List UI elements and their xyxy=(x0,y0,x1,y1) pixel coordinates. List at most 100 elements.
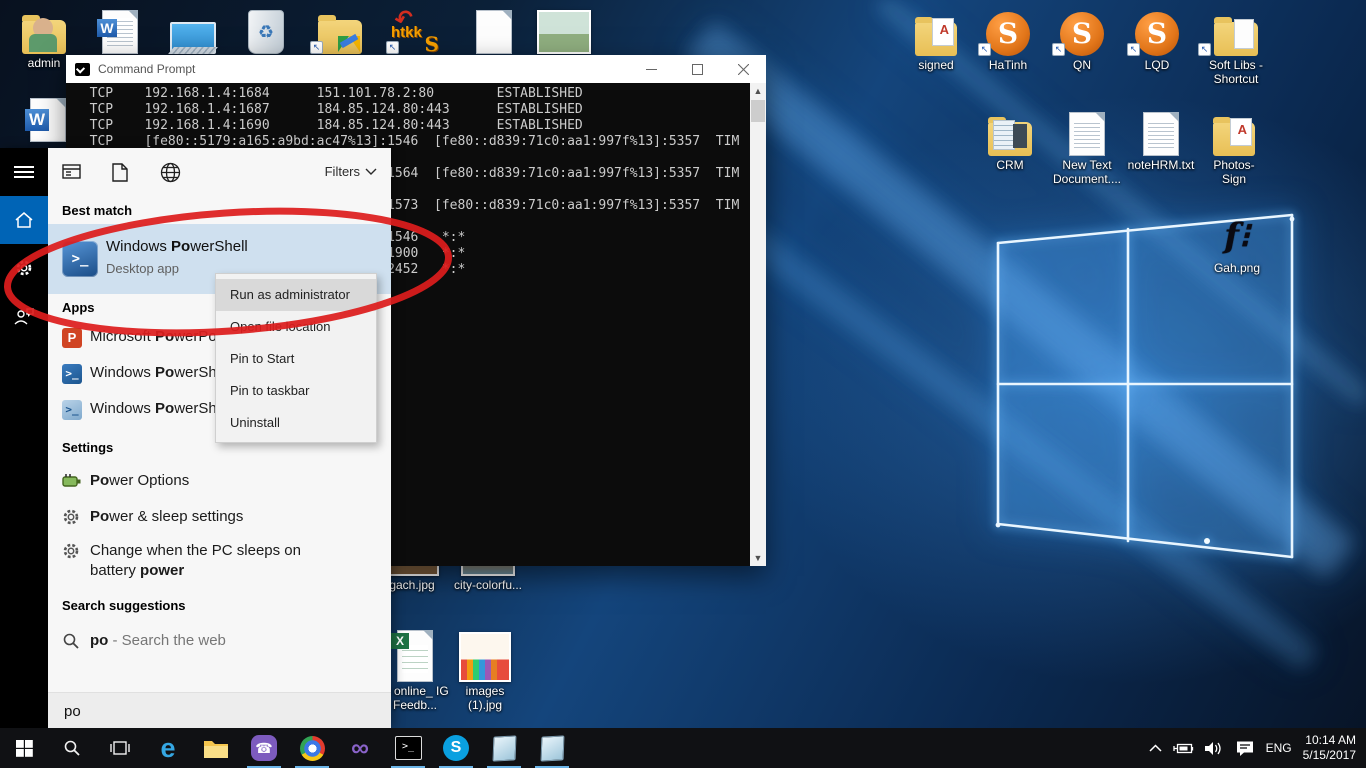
setting-result-pc-sleep-battery[interactable]: Change when the PC sleeps on battery pow… xyxy=(48,538,391,586)
recycle-bin-icon: ♻ xyxy=(234,8,298,54)
tray-expand-button[interactable] xyxy=(1143,728,1169,768)
desktop-icon-notehrm[interactable]: noteHRM.txt xyxy=(1126,110,1196,172)
desktop-icon-blank-doc[interactable] xyxy=(462,8,526,54)
taskbar-cmd-button[interactable]: >_ xyxy=(384,728,432,768)
console-line: TCP 192.168.1.4:1684 151.101.78.2:80 EST… xyxy=(74,86,750,102)
tray-language-indicator[interactable]: ENG xyxy=(1261,728,1297,768)
console-scrollbar[interactable]: ▲ ▼ xyxy=(750,83,766,566)
minimize-button[interactable] xyxy=(628,55,674,83)
desktop-icon-photos-sign[interactable]: A Photos-Sign xyxy=(1202,110,1266,186)
cmd-titlebar[interactable]: Command Prompt xyxy=(66,55,766,83)
menu-item-pin-to-taskbar[interactable]: Pin to taskbar xyxy=(216,375,376,407)
start-button[interactable] xyxy=(0,728,48,768)
settings-tab[interactable] xyxy=(0,244,48,292)
desktop-icon-new-text-document[interactable]: New Text Document.... xyxy=(1050,110,1124,186)
powerpoint-icon: P xyxy=(62,328,82,348)
s-logo-icon: S↖ xyxy=(1125,10,1189,56)
tray-volume-button[interactable] xyxy=(1199,728,1229,768)
gear-icon xyxy=(62,542,82,562)
icon-label: Photos-Sign xyxy=(1202,158,1266,186)
desktop-icon-qn[interactable]: S↖ QN xyxy=(1050,10,1114,72)
search-filter-tabs: Filters xyxy=(48,148,391,198)
system-tray: ENG 10:14 AM 5/15/2017 xyxy=(1143,728,1366,768)
taskbar-viber-button[interactable]: ☎ xyxy=(240,728,288,768)
user-folder-icon xyxy=(12,8,76,54)
icon-label: HaTinh xyxy=(976,58,1040,72)
windows-desktop: admin W ♻ ↖ ↶ htkk S xyxy=(0,0,1366,768)
task-view-icon xyxy=(110,740,130,756)
menu-item-pin-to-start[interactable]: Pin to Start xyxy=(216,343,376,375)
power-options-icon xyxy=(62,473,82,493)
documents-filter-icon[interactable] xyxy=(112,163,128,182)
notification-icon xyxy=(1236,740,1254,756)
icon-label: LQD xyxy=(1125,58,1189,72)
speaker-icon xyxy=(1204,741,1223,756)
apps-filter-icon[interactable] xyxy=(62,163,82,181)
search-box[interactable] xyxy=(48,692,391,729)
image-thumbnail-icon xyxy=(452,630,518,682)
desktop-icon-drive-folder[interactable]: ↖ xyxy=(308,8,372,54)
scroll-thumb[interactable] xyxy=(751,100,765,122)
taskbar-chrome-button[interactable] xyxy=(288,728,336,768)
desktop-icon-hatinh[interactable]: S↖ HaTinh xyxy=(976,10,1040,72)
gear-icon xyxy=(62,508,82,528)
taskbar-skype-button[interactable]: S xyxy=(432,728,480,768)
web-filter-icon[interactable] xyxy=(160,162,181,183)
icon-label: city-colorfu... xyxy=(450,578,526,592)
home-tab[interactable] xyxy=(0,196,48,244)
scroll-down-arrow[interactable]: ▼ xyxy=(750,550,766,566)
image-thumbnail-icon xyxy=(532,8,596,54)
search-icon xyxy=(62,632,82,652)
text-file-icon xyxy=(1126,110,1196,156)
desktop-icon-htkk[interactable]: ↶ htkk S ↖ xyxy=(384,8,448,54)
web-search-suggestion[interactable]: po - Search the web xyxy=(48,626,391,658)
desktop-icon-image-file[interactable] xyxy=(532,8,596,54)
scroll-up-arrow[interactable]: ▲ xyxy=(750,83,766,99)
gear-icon xyxy=(15,259,33,277)
search-input[interactable] xyxy=(62,693,366,729)
menu-item-uninstall[interactable]: Uninstall xyxy=(216,407,376,439)
menu-item-run-as-administrator[interactable]: Run as administrator xyxy=(216,279,376,311)
task-view-button[interactable] xyxy=(96,728,144,768)
best-match-subtitle: Desktop app xyxy=(106,261,179,276)
maximize-button[interactable] xyxy=(674,55,720,83)
filters-dropdown[interactable]: Filters xyxy=(325,164,377,179)
desktop-icon-crm[interactable]: CRM xyxy=(978,110,1042,172)
icon-label: images (1).jpg xyxy=(452,684,518,712)
menu-item-open-file-location[interactable]: Open file location xyxy=(216,311,376,343)
desktop-icon-soft-libs[interactable]: ↖ Soft Libs - Shortcut xyxy=(1196,10,1276,86)
home-icon xyxy=(14,211,34,229)
desktop-icon-this-pc[interactable] xyxy=(161,8,225,54)
setting-result-power-options[interactable]: Power Options xyxy=(48,466,391,498)
taskbar-edge-button[interactable]: e xyxy=(144,728,192,768)
taskbar-notepad-button-1[interactable] xyxy=(480,728,528,768)
icon-label: Soft Libs - Shortcut xyxy=(1196,58,1276,86)
search-left-rail xyxy=(0,148,48,728)
desktop-icon-images-1-jpg[interactable]: images (1).jpg xyxy=(452,630,518,712)
desktop-icon-lqd[interactable]: S↖ LQD xyxy=(1125,10,1189,72)
tray-action-center-button[interactable] xyxy=(1229,728,1261,768)
tray-clock[interactable]: 10:14 AM 5/15/2017 xyxy=(1297,733,1366,763)
desktop-icon-signed[interactable]: A signed xyxy=(904,10,968,72)
desktop-icon-word-doc[interactable]: W xyxy=(88,8,152,54)
desktop-icon-gah-png[interactable]: f⁝ Gah.png xyxy=(1205,213,1269,275)
taskbar-search-button[interactable] xyxy=(48,728,96,768)
close-button[interactable] xyxy=(720,55,766,83)
windows-logo-icon xyxy=(16,740,33,757)
notepad-icon xyxy=(492,735,516,761)
hamburger-menu-button[interactable] xyxy=(0,148,48,196)
taskbar-visual-studio-button[interactable]: ∞ xyxy=(336,728,384,768)
tray-date: 5/15/2017 xyxy=(1303,748,1356,763)
signed-folder-icon: A xyxy=(904,10,968,56)
desktop-icon-recycle-bin[interactable]: ♻ xyxy=(234,8,298,54)
tray-battery-button[interactable] xyxy=(1169,728,1199,768)
taskbar-file-explorer-button[interactable] xyxy=(192,728,240,768)
icon-label: signed xyxy=(904,58,968,72)
pdf-folder-icon: A xyxy=(1202,110,1266,156)
taskbar-notepad-button-2[interactable] xyxy=(528,728,576,768)
setting-result-power-sleep[interactable]: Power & sleep settings xyxy=(48,502,391,534)
folder-icon: ↖ xyxy=(1196,10,1276,56)
feedback-tab[interactable] xyxy=(0,292,48,340)
section-search-suggestions: Search suggestions xyxy=(62,598,186,613)
section-apps: Apps xyxy=(62,300,95,315)
